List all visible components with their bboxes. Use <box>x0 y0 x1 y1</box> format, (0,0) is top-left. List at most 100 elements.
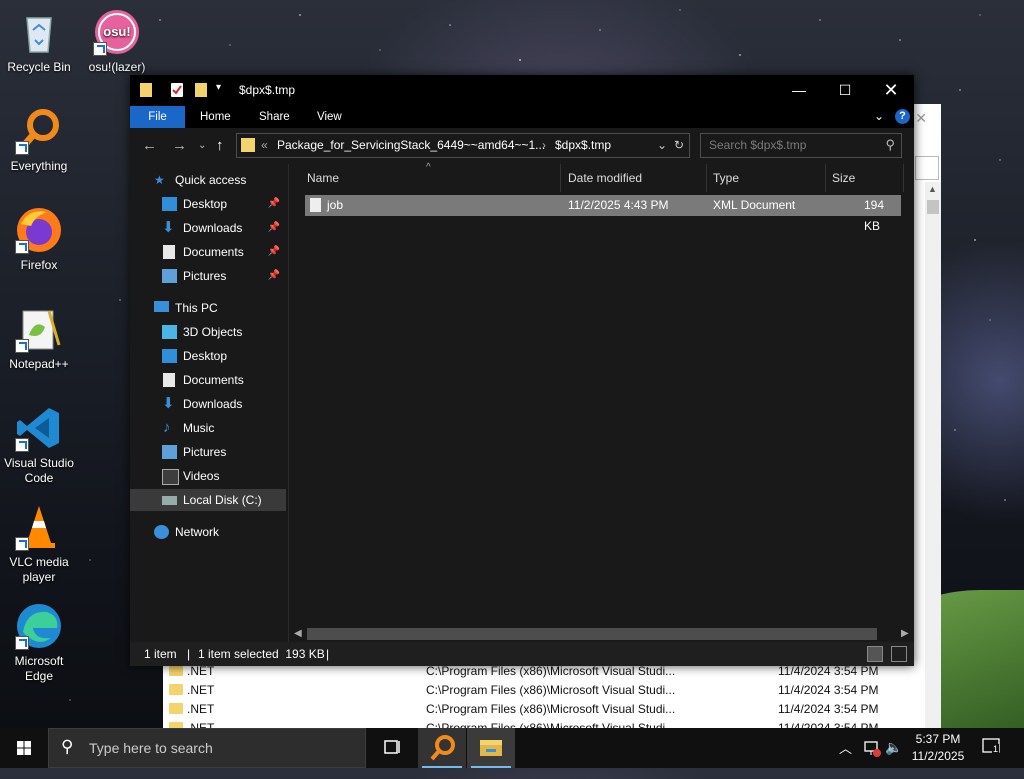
nav-quick-downloads[interactable]: ⬇ Downloads 📌 <box>130 217 286 239</box>
scroll-right-icon[interactable]: ▶ <box>901 628 909 639</box>
minimize-button[interactable]: — <box>776 75 822 106</box>
start-button[interactable] <box>0 728 48 768</box>
status-bar: 1 item | 1 item selected 193 KB | <box>130 642 914 666</box>
column-separator[interactable] <box>903 164 904 192</box>
column-header-size[interactable]: Size <box>832 164 855 192</box>
expand-ribbon-icon[interactable]: ⌄ <box>874 109 884 123</box>
column-header-type[interactable]: Type <box>713 164 739 192</box>
network-disconnected-icon[interactable] <box>862 728 882 768</box>
up-arrow-icon[interactable]: ↑ <box>216 137 224 154</box>
file-list: Name ^ Date modified Type Size job 11/2/… <box>289 162 914 642</box>
desktop-icon-vscode[interactable]: Visual Studio Code <box>1 404 77 486</box>
taskbar-everything[interactable] <box>418 728 466 768</box>
nav-pc-documents[interactable]: Documents <box>130 369 286 391</box>
forward-arrow-icon[interactable]: → <box>172 137 187 154</box>
tab-home[interactable]: Home <box>200 106 231 128</box>
column-separator[interactable] <box>825 164 826 192</box>
vertical-scrollbar[interactable]: ▲ <box>925 182 941 728</box>
desktop-icon-label: Everything <box>10 159 68 173</box>
close-icon[interactable]: ✕ <box>915 110 927 127</box>
nav-pc-desktop[interactable]: Desktop <box>130 345 286 367</box>
new-folder-icon[interactable] <box>195 83 207 97</box>
search-icon: ⚲ <box>885 137 895 152</box>
column-separator[interactable] <box>560 164 561 192</box>
explorer-window[interactable]: ▾ $dpx$.tmp — ☐ ✕ File Home Share View ⌄… <box>130 75 914 666</box>
maximize-button[interactable]: ☐ <box>822 75 868 106</box>
notification-center-button[interactable]: 1 <box>982 738 1002 756</box>
breadcrumb-overflow[interactable]: « <box>261 138 268 152</box>
desktop-icon-label: Recycle Bin <box>7 60 71 74</box>
tab-view[interactable]: View <box>317 106 342 128</box>
address-bar[interactable]: « Package_for_ServicingStack_6449~~amd64… <box>236 133 690 158</box>
taskbar-file-explorer[interactable] <box>467 728 515 768</box>
background-address-box[interactable] <box>915 156 939 180</box>
scroll-thumb[interactable] <box>927 200 939 214</box>
nav-local-disk[interactable]: Local Disk (C:) <box>130 489 286 511</box>
pin-icon[interactable]: 📌 <box>268 265 280 287</box>
desktop-icon-recycle-bin[interactable]: Recycle Bin <box>1 8 77 75</box>
tab-share[interactable]: Share <box>259 106 290 128</box>
xml-file-icon <box>310 198 321 212</box>
nav-quick-desktop[interactable]: Desktop 📌 <box>130 193 286 215</box>
scroll-up-icon[interactable]: ▲ <box>928 184 937 194</box>
properties-icon[interactable] <box>171 83 183 97</box>
desktop-icon-osu[interactable]: osu! osu!(lazer) <box>79 8 155 75</box>
desktop-icon-firefox[interactable]: Firefox <box>1 206 77 273</box>
desktop-icon-notepad-plus-plus[interactable]: Notepad++ <box>1 305 77 372</box>
pictures-icon <box>162 445 177 459</box>
scroll-left-icon[interactable]: ◀ <box>294 628 302 639</box>
table-row[interactable]: job 11/2/2025 4:43 PM XML Document 194 K… <box>305 195 901 233</box>
details-view-button[interactable] <box>867 646 883 662</box>
desktop-icon-vlc[interactable]: VLC media player <box>1 503 77 585</box>
shortcut-arrow-icon <box>15 240 29 254</box>
breadcrumb-segment-current[interactable]: $dpx$.tmp <box>555 138 611 152</box>
refresh-icon[interactable]: ↻ <box>674 138 684 152</box>
back-arrow-icon[interactable]: ← <box>142 137 157 154</box>
folder-icon <box>169 665 183 676</box>
search-input[interactable]: Search $dpx$.tmp ⚲ <box>700 133 902 158</box>
shortcut-arrow-icon <box>93 42 107 56</box>
search-placeholder: Search $dpx$.tmp <box>709 138 807 152</box>
nav-quick-pictures[interactable]: Pictures 📌 <box>130 265 286 287</box>
horizontal-scrollbar[interactable]: ◀ ▶ <box>289 626 914 642</box>
osu-logo-text: osu! <box>103 24 131 39</box>
list-item[interactable]: .NET C:\Program Files (x86)\Microsoft Vi… <box>163 700 923 719</box>
breadcrumb-segment[interactable]: Package_for_ServicingStack_6449~~amd64~~… <box>277 138 545 152</box>
close-button[interactable]: ✕ <box>868 75 914 106</box>
title-bar[interactable]: ▾ $dpx$.tmp — ☐ ✕ <box>130 75 914 106</box>
task-view-button[interactable] <box>368 728 416 768</box>
folder-icon <box>169 703 183 714</box>
pin-icon[interactable]: 📌 <box>268 193 280 215</box>
pin-icon[interactable]: 📌 <box>268 217 280 239</box>
list-item[interactable]: .NET C:\Program Files (x86)\Microsoft Vi… <box>163 681 923 700</box>
customize-toolbar-icon[interactable]: ▾ <box>216 82 221 93</box>
nav-quick-documents[interactable]: Documents 📌 <box>130 241 286 263</box>
nav-pc-videos[interactable]: Videos <box>130 465 286 487</box>
nav-3d-objects[interactable]: 3D Objects <box>130 321 286 343</box>
nav-this-pc[interactable]: This PC <box>130 297 286 319</box>
item-date: 11/4/2024 3:54 PM <box>778 702 879 716</box>
column-header-name[interactable]: Name <box>307 164 339 192</box>
nav-label: Quick access <box>175 173 247 187</box>
desktop-icon-edge[interactable]: Microsoft Edge <box>1 602 77 684</box>
selection-info: 1 item selected 193 KB <box>198 647 325 661</box>
pin-icon[interactable]: 📌 <box>268 241 280 263</box>
tab-file[interactable]: File <box>130 106 185 128</box>
desktop-icon-everything[interactable]: Everything <box>1 107 77 174</box>
scroll-thumb[interactable] <box>307 628 877 640</box>
show-hidden-icons-chevron[interactable]: ︿ <box>839 738 852 778</box>
address-dropdown-icon[interactable]: ⌄ <box>657 138 667 152</box>
recent-locations-icon[interactable]: ⌄ <box>198 140 206 151</box>
column-separator[interactable] <box>706 164 707 192</box>
nav-network[interactable]: Network <box>130 521 286 543</box>
nav-pc-downloads[interactable]: ⬇ Downloads <box>130 393 286 415</box>
nav-quick-access[interactable]: ★ Quick access <box>130 169 286 191</box>
large-icons-view-button[interactable] <box>891 646 907 662</box>
volume-muted-icon[interactable]: 🔈 <box>885 739 902 779</box>
column-header-date[interactable]: Date modified <box>568 164 642 192</box>
nav-pc-music[interactable]: ♪ Music <box>130 417 286 439</box>
nav-pc-pictures[interactable]: Pictures <box>130 441 286 463</box>
taskbar-search-box[interactable]: ⚲ Type here to search <box>48 728 366 768</box>
system-clock[interactable]: 5:37 PM 11/2/2025 <box>908 731 968 765</box>
help-icon[interactable]: ? <box>895 109 910 124</box>
